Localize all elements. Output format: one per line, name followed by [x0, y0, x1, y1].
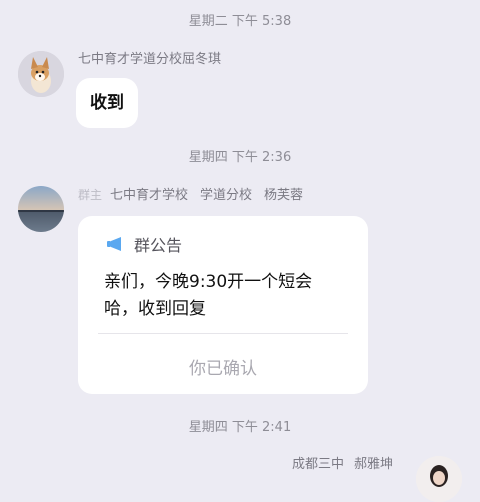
sender-name: 成都三中 郝雅坤: [292, 457, 393, 473]
megaphone-icon: [107, 237, 121, 251]
notice-line: 哈，收到回复: [104, 299, 206, 319]
sender-name: 七中育才学道分校屈冬琪: [78, 52, 222, 67]
confirm-status: 你已确认: [189, 359, 257, 379]
avatar[interactable]: [18, 186, 64, 232]
timestamp: 星期二 下午 5:38: [188, 14, 292, 29]
timestamp: 星期四 下午 2:41: [188, 420, 292, 435]
sender-name-part: 成都三中: [292, 457, 345, 472]
group-notice-card[interactable]: 群公告 亲们，今晚9:30开一个短会 哈，收到回复 你已确认: [78, 216, 368, 394]
notice-body: 亲们，今晚9:30开一个短会 哈，收到回复: [104, 269, 344, 323]
message-bubble[interactable]: 收到: [76, 78, 138, 128]
notice-line: 亲们，今晚9:30开一个短会: [104, 272, 313, 292]
sender-name: 群主 七中育才学校 学道分校 杨芙蓉: [78, 187, 303, 204]
group-owner-badge: 群主: [78, 188, 103, 202]
sender-name-part: 杨芙蓉: [264, 188, 304, 203]
notice-title: 群公告: [134, 236, 183, 255]
sender-name-part: 学道分校: [200, 188, 253, 203]
notice-header: 群公告: [106, 232, 182, 256]
sender-name-part: 七中育才学校: [110, 188, 189, 203]
timestamp: 星期四 下午 2:36: [188, 150, 292, 165]
divider: [98, 333, 348, 334]
avatar[interactable]: [416, 456, 462, 502]
avatar[interactable]: [18, 51, 64, 97]
sender-name-part: 郝雅坤: [354, 457, 394, 472]
